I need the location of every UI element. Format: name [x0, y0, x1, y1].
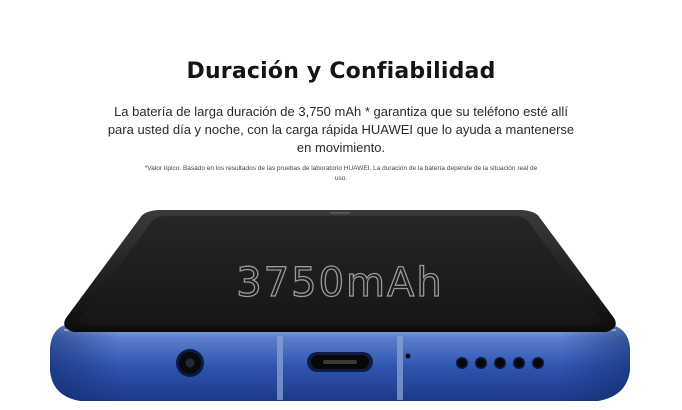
- usb-c-port-icon: [307, 352, 373, 372]
- phone-front: 3750mAh: [64, 210, 616, 332]
- antenna-line-right: [397, 336, 403, 400]
- screen-capacity-text: 3750mAh: [236, 260, 443, 306]
- microphone-icon: [405, 353, 411, 359]
- section-title: Duración y Confiabilidad: [186, 58, 496, 84]
- antenna-line-left: [277, 336, 283, 400]
- battery-footnote: *Valor típico. Basado en los resultados …: [144, 164, 538, 182]
- battery-description: La batería de larga duración de 3,750 mA…: [107, 104, 575, 155]
- headphone-jack-icon: [176, 349, 204, 377]
- phone-image: 3750mAh: [0, 200, 682, 410]
- earpiece-icon: [330, 212, 350, 214]
